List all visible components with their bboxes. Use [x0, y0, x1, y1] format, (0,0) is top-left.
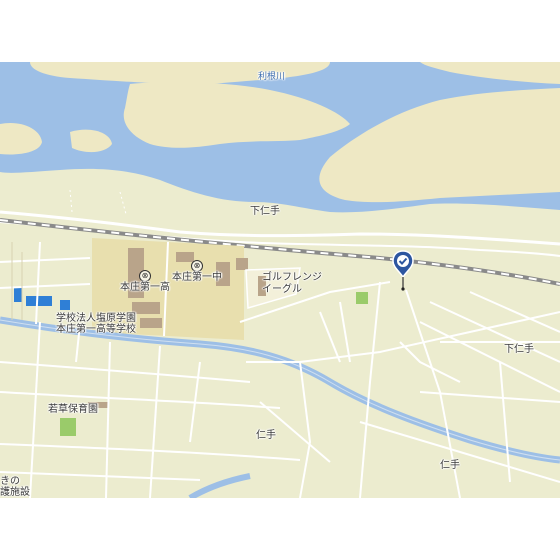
poi-label-golf-line1[interactable]: ゴルフレンジ [262, 272, 322, 283]
park [356, 292, 368, 304]
location-pin-check-icon[interactable] [392, 250, 414, 292]
river-label: 利根川 [258, 72, 286, 82]
poi-label-gakuen-line2[interactable]: 本庄第一高等学校 [56, 324, 136, 335]
poi-label-honjo-daiichi-middle[interactable]: 本庄第一中 [172, 272, 222, 283]
map-view[interactable]: 利根川 下仁手 下仁手 仁手 仁手 ⊗ 本庄第一高 ⊗ 本庄第一中 ゴルフレンジ… [0, 62, 560, 498]
poi-label-golf-line2[interactable]: イーグル [262, 284, 302, 295]
place-label-shimonite-north: 下仁手 [250, 206, 280, 217]
building [140, 318, 162, 328]
place-label-shimonite-east: 下仁手 [504, 344, 534, 355]
place-label-nite-center: 仁手 [256, 430, 276, 441]
poi-label-partial-2: 護施設 [0, 487, 30, 498]
school-icon[interactable]: ⊗ [191, 260, 203, 272]
building [132, 302, 160, 314]
park [60, 418, 76, 436]
building [236, 258, 248, 270]
poi-label-partial-1: きの [0, 476, 20, 487]
school-icon[interactable]: ⊗ [139, 270, 151, 282]
poi-label-wakakusa-nursery[interactable]: 若草保育園 [48, 404, 98, 415]
building [176, 252, 194, 262]
place-label-nite-south: 仁手 [440, 460, 460, 471]
poi-label-gakuen-line1[interactable]: 学校法人塩原学園 [56, 313, 136, 324]
poi-label-honjo-daiichi-high[interactable]: 本庄第一高 [120, 282, 170, 293]
